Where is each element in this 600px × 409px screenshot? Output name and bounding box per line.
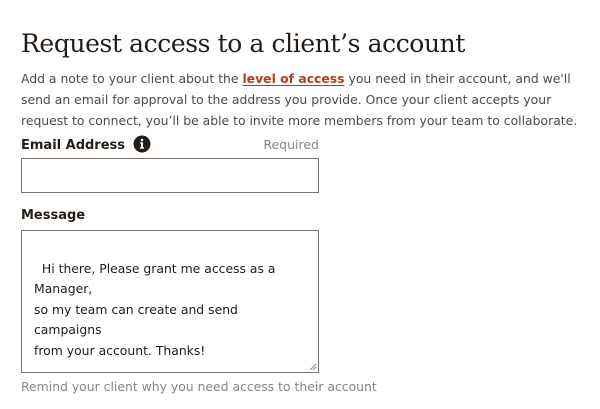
message-text: Hi there, Please grant me access as a Ma… [34, 260, 276, 358]
message-textarea[interactable]: Hi there, Please grant me access as a Ma… [21, 230, 319, 373]
level-of-access-link[interactable]: level of access [242, 71, 344, 86]
message-label: Message [21, 208, 86, 223]
email-input[interactable] [21, 158, 319, 193]
intro-text-before-link: Add a note to your client about the [21, 71, 243, 86]
intro-text: Add a note to your client about the leve… [21, 68, 591, 131]
message-helper-text: Remind your client why you need access t… [21, 379, 377, 394]
page-title: Request access to a client’s account [21, 29, 466, 58]
resize-grip-icon[interactable] [308, 362, 317, 371]
info-icon[interactable] [133, 135, 151, 153]
email-label-row: Email Address [21, 135, 151, 154]
required-indicator: Required [263, 137, 319, 152]
email-label: Email Address [21, 137, 126, 153]
